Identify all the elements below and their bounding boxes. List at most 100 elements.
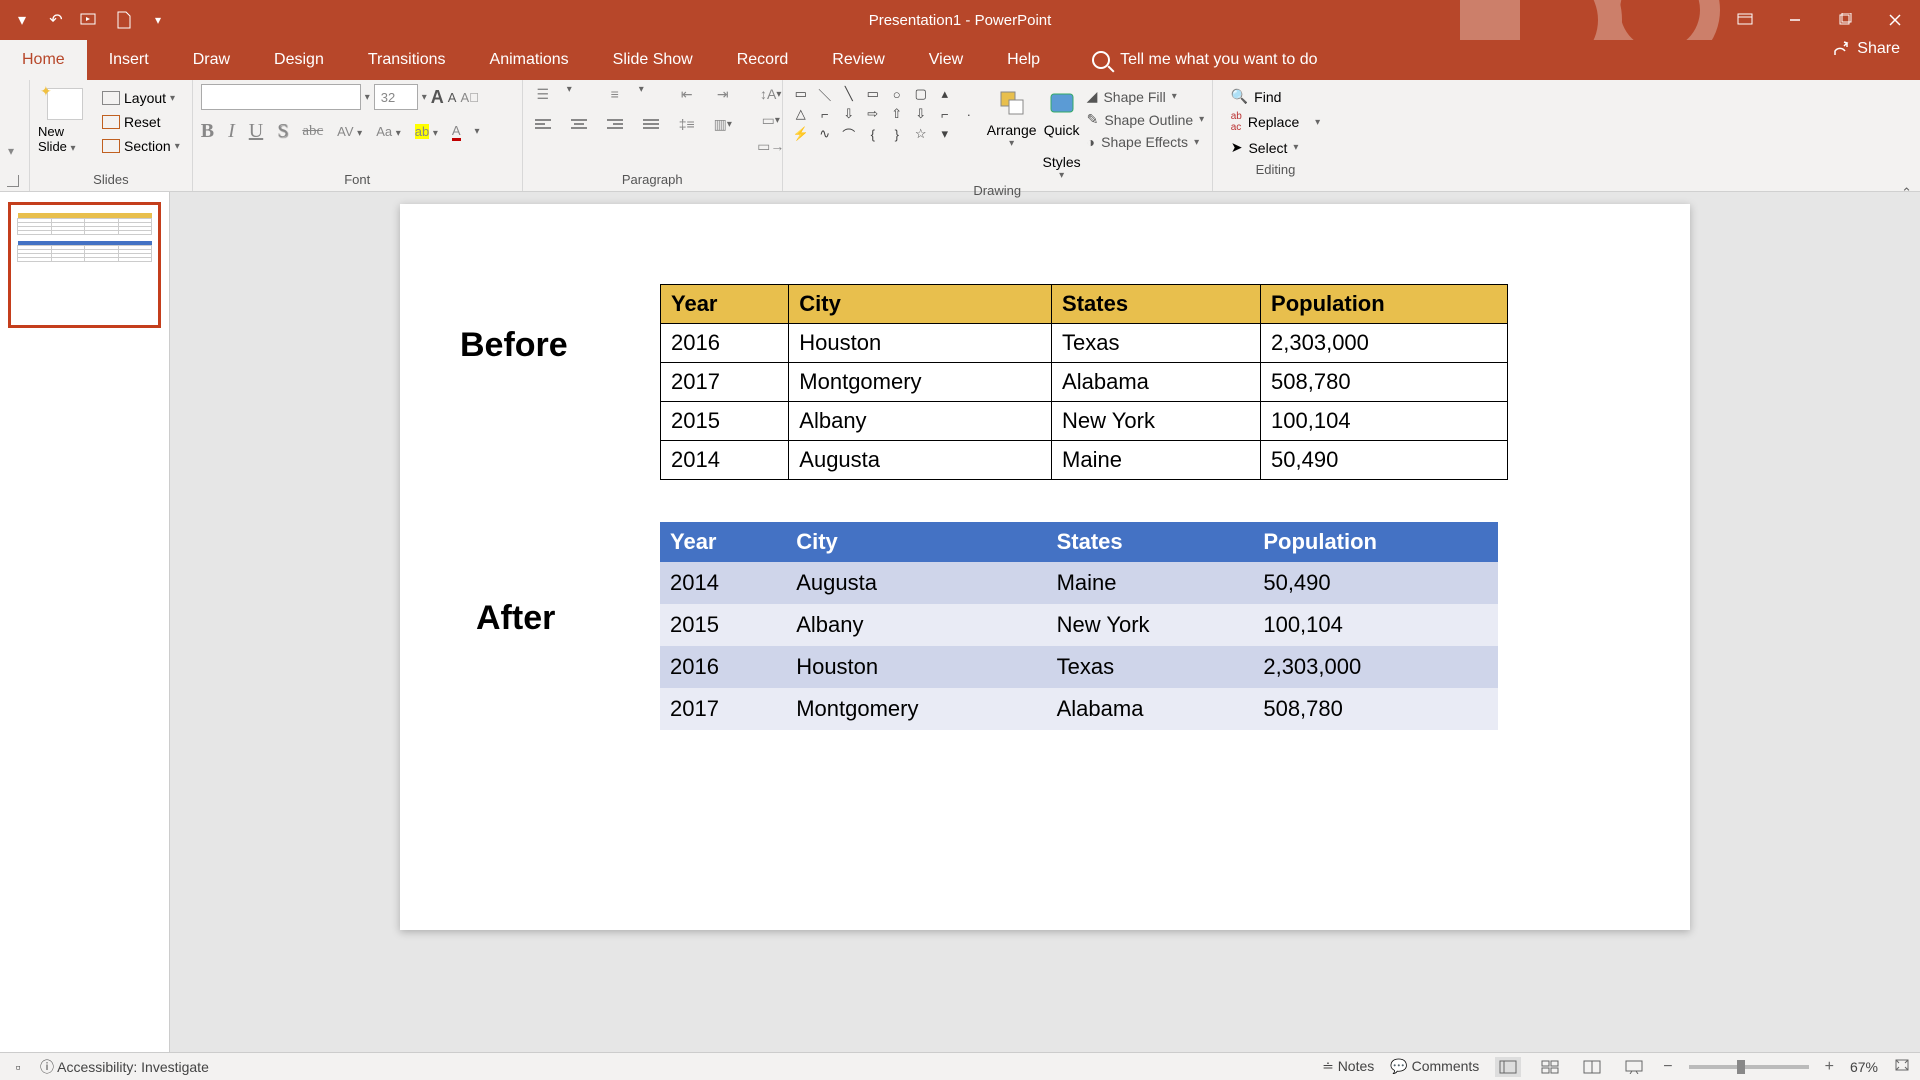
strikethrough-button[interactable]: abc <box>302 123 323 140</box>
shape-line2-icon[interactable]: ╲ <box>841 86 857 102</box>
replace-button[interactable]: abacReplace ▾ <box>1231 111 1320 133</box>
shape-textbox-icon[interactable]: ▭ <box>793 86 809 102</box>
slide-thumbnail-1[interactable] <box>8 202 161 328</box>
text-direction-button[interactable]: ↕A ▾ <box>759 84 783 104</box>
reading-view-button[interactable] <box>1579 1057 1605 1077</box>
shape-arc-icon[interactable]: ⌒ <box>841 126 857 142</box>
zoom-out-button[interactable]: − <box>1663 1058 1672 1076</box>
columns-button[interactable]: ▥ ▾ <box>711 114 735 134</box>
notes-button[interactable]: ≐ Notes <box>1322 1058 1374 1075</box>
qat-customize-icon[interactable]: ▾ <box>148 10 168 30</box>
shapes-gallery[interactable]: ▭ ＼ ╲ ▭ ○ ▢ ▴ △ ⌐ ⇩ ⇨ ⇧ ⇩ ⌐ · ⚡ ∿ ⌒ { } <box>791 84 981 144</box>
shape-arrow-right-icon[interactable]: ⇨ <box>865 106 881 122</box>
zoom-thumb[interactable] <box>1737 1060 1745 1074</box>
change-case-button[interactable]: Aa ▾ <box>376 124 401 139</box>
comments-button[interactable]: 💬 Comments <box>1390 1058 1479 1075</box>
maximize-button[interactable] <box>1820 0 1870 40</box>
justify-button[interactable] <box>639 114 663 134</box>
shape-line-icon[interactable]: ＼ <box>817 86 833 102</box>
undo-icon[interactable]: ↶ <box>46 10 66 30</box>
tab-record[interactable]: Record <box>715 40 811 80</box>
tab-design[interactable]: Design <box>252 40 346 80</box>
before-table[interactable]: YearCityStatesPopulation 2016HoustonTexa… <box>660 284 1508 480</box>
new-slide-button[interactable]: New Slide ▾ <box>38 84 92 154</box>
table-row[interactable]: 2017MontgomeryAlabama508,780 <box>660 688 1498 730</box>
slide-indicator-icon[interactable]: ▫ <box>10 1059 26 1075</box>
font-color-button[interactable]: A <box>452 123 461 141</box>
tab-help[interactable]: Help <box>985 40 1062 80</box>
font-size-input[interactable]: 32 <box>374 84 418 110</box>
decrease-indent-button[interactable]: ⇤ <box>675 84 699 104</box>
tab-draw[interactable]: Draw <box>171 40 252 80</box>
bullets-button[interactable]: ☰ <box>531 84 555 104</box>
reset-button[interactable]: Reset <box>98 112 184 132</box>
tab-home[interactable]: Home <box>0 40 87 80</box>
tab-animations[interactable]: Animations <box>468 40 591 80</box>
shape-connector-icon[interactable]: ⌐ <box>817 106 833 122</box>
tab-insert[interactable]: Insert <box>87 40 171 80</box>
line-spacing-button[interactable]: ‡≡ <box>675 114 699 134</box>
table-row[interactable]: 2014AugustaMaine50,490 <box>661 441 1508 480</box>
shape-fill-button[interactable]: ◢Shape Fill ▾ <box>1087 88 1205 105</box>
zoom-level[interactable]: 67% <box>1850 1059 1878 1075</box>
shape-triangle-icon[interactable]: △ <box>793 106 809 122</box>
slideshow-view-button[interactable] <box>1621 1057 1647 1077</box>
numbering-button[interactable]: ≡ <box>603 84 627 104</box>
shape-scroll-icon[interactable]: · <box>961 106 977 122</box>
shape-oval-icon[interactable]: ○ <box>889 86 905 102</box>
shape-arrow-up-icon[interactable]: ⇧ <box>889 106 905 122</box>
table-row[interactable]: 2014AugustaMaine50,490 <box>660 562 1498 604</box>
shape-star-icon[interactable]: ☆ <box>913 126 929 142</box>
align-text-button[interactable]: ▭ ▾ <box>759 110 783 130</box>
shape-lightning-icon[interactable]: ⚡ <box>793 126 809 142</box>
shape-arrow-down2-icon[interactable]: ⇩ <box>913 106 929 122</box>
italic-button[interactable]: I <box>228 120 235 143</box>
ribbon-display-options-icon[interactable] <box>1720 0 1770 40</box>
shape-arrow-down-icon[interactable]: ⇩ <box>841 106 857 122</box>
align-center-button[interactable] <box>567 114 591 134</box>
quick-styles-button[interactable]: QuickStyles ▾ <box>1043 84 1081 181</box>
after-table[interactable]: YearCityStatesPopulation 2014AugustaMain… <box>660 522 1498 730</box>
table-row[interactable]: 2016HoustonTexas2,303,000 <box>661 324 1508 363</box>
shape-roundrect-icon[interactable]: ▢ <box>913 86 929 102</box>
zoom-in-button[interactable]: + <box>1825 1058 1834 1076</box>
shape-outline-button[interactable]: ✎Shape Outline ▾ <box>1087 111 1205 128</box>
shape-curve-icon[interactable]: ∿ <box>817 126 833 142</box>
shape-lbrace-icon[interactable]: { <box>865 126 881 142</box>
text-shadow-button[interactable]: S <box>277 120 288 143</box>
align-right-button[interactable] <box>603 114 627 134</box>
shape-corner-icon[interactable]: ⌐ <box>937 106 953 122</box>
bold-button[interactable]: B <box>201 120 214 143</box>
layout-button[interactable]: Layout ▾ <box>98 88 184 108</box>
find-button[interactable]: 🔍Find <box>1231 88 1320 105</box>
arrange-button[interactable]: Arrange ▾ <box>987 84 1037 149</box>
tab-review[interactable]: Review <box>810 40 906 80</box>
char-spacing-button[interactable]: AV ▾ <box>337 124 362 139</box>
section-button[interactable]: Section ▾ <box>98 136 184 156</box>
underline-button[interactable]: U <box>249 120 263 143</box>
slide[interactable]: Before After YearCityStatesPopulation 20… <box>400 204 1690 930</box>
increase-indent-button[interactable]: ⇥ <box>711 84 735 104</box>
shrink-font-icon[interactable]: A <box>448 90 457 105</box>
convert-smartart-button[interactable]: ▭→ <box>759 136 783 156</box>
table-row[interactable]: 2015AlbanyNew York100,104 <box>660 604 1498 646</box>
shape-scroll-up-icon[interactable]: ▴ <box>937 86 953 102</box>
font-name-input[interactable] <box>201 84 361 110</box>
font-size-caret-icon[interactable]: ▾ <box>422 92 427 103</box>
paste-icon[interactable]: ▾ <box>8 84 14 158</box>
tell-me-search[interactable]: Tell me what you want to do <box>1062 40 1317 80</box>
share-button[interactable]: Share <box>1833 40 1900 58</box>
tab-slideshow[interactable]: Slide Show <box>591 40 715 80</box>
shape-more-icon[interactable]: ▾ <box>937 126 953 142</box>
slide-sorter-view-button[interactable] <box>1537 1057 1563 1077</box>
new-file-icon[interactable] <box>114 10 134 30</box>
slide-canvas-area[interactable]: Before After YearCityStatesPopulation 20… <box>170 192 1920 1052</box>
shape-rbrace-icon[interactable]: } <box>889 126 905 142</box>
grow-font-icon[interactable]: A <box>431 87 444 108</box>
font-name-caret-icon[interactable]: ▾ <box>365 92 370 103</box>
table-row[interactable]: 2016HoustonTexas2,303,000 <box>660 646 1498 688</box>
slide-thumbnail-panel[interactable] <box>0 192 170 1052</box>
align-left-button[interactable] <box>531 114 555 134</box>
qat-dropdown-icon[interactable]: ▾ <box>12 10 32 30</box>
dialog-launcher-icon[interactable] <box>7 175 19 187</box>
